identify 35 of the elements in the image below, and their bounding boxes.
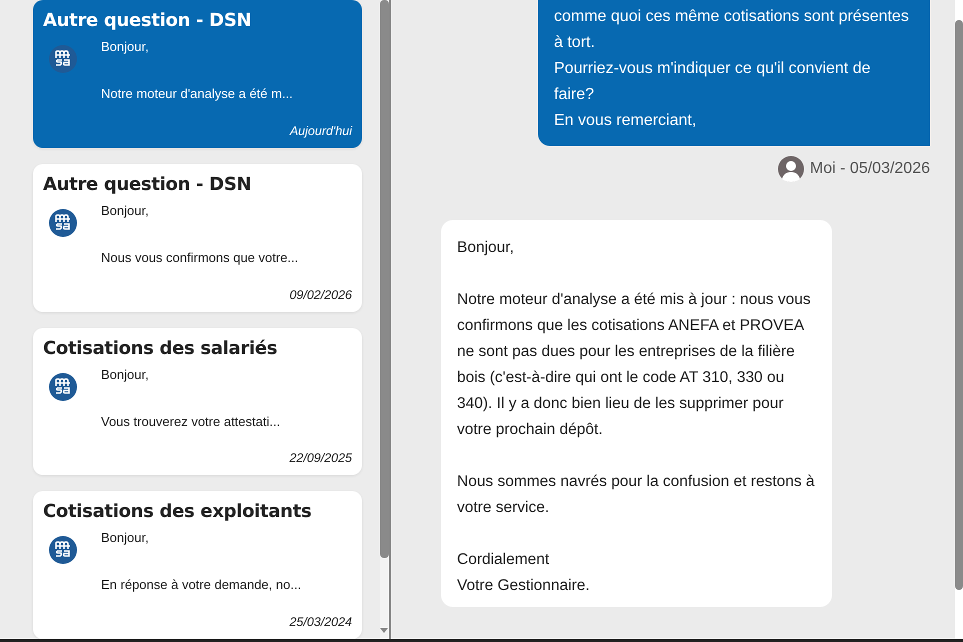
conversation-preview: En réponse à votre demande, no... (101, 577, 302, 592)
conversation-date: 25/03/2024 (289, 615, 352, 629)
message-text: Notre moteur d'analyse a été mis à jour : nous vous confirmons que les cotisations ANEFA et PROVEA ne sont pas dues pour les entreprises de la filière bois (c'est-à-dire qui ont le code AT 310, 330 ou 340). Il y a donc bien lieu de les supprimer pour votre prochain dépôt. (457, 290, 812, 440)
conversation-greeting: Bonjour, (101, 202, 150, 218)
conversation-date: 22/09/2025 (289, 451, 352, 466)
logo-icon (49, 372, 77, 400)
conversation-preview: Vous trouverez votre attestati... (101, 414, 280, 428)
logo-icon (49, 45, 77, 73)
conversation-greeting: Bonjour, (101, 530, 150, 546)
conversation-card[interactable]: Autre question - DSN Bonjour, Nous vous confirmons que votre... 09/02/2026 (33, 164, 362, 312)
avatar-icon (778, 156, 804, 182)
conversation-date: Aujourd'hui (290, 124, 352, 138)
message-text: Cordialement Votre Gestionnaire. (457, 550, 591, 596)
conversation-card[interactable]: Cotisations des salariés Bonjour, Vous trouverez votre attestati... 22/09/2025 (33, 328, 362, 476)
logo-icon (49, 536, 77, 564)
conversation-card[interactable]: Autre question - DSN Bonjour, Notre moteur d'analyse a été m... Aujourd'hui (33, 0, 362, 148)
message-text: Pourriez-vous m'indiquer ce qu'il convient de faire? (554, 59, 872, 105)
conversation-greeting: Bonjour, (101, 366, 150, 382)
conversation-greeting: Bonjour, (101, 39, 150, 54)
scrollbar[interactable] (955, 0, 963, 639)
message-text: Nous sommes navrés pour la confusion et restons à votre service. (457, 472, 816, 518)
conversation-date: 09/02/2026 (289, 288, 352, 302)
message-text: Bonjour, (457, 238, 515, 258)
conversation-title: Autre question - DSN (43, 10, 252, 31)
conversation-title: Cotisations des salariés (43, 338, 278, 358)
conversation-preview: Nous vous confirmons que votre... (101, 250, 298, 265)
conversation-title: Autre question - DSN (43, 174, 252, 195)
message-sender-date: Moi - 05/03/2026 (810, 160, 930, 178)
conversation-preview: Notre moteur d'analyse a été m... (101, 86, 293, 101)
message-text: En vous remerciant, (554, 111, 698, 131)
conversation-title: Cotisations des exploitants (43, 501, 312, 522)
conversation-card[interactable]: Cotisations des exploitants Bonjour, En réponse à votre demande, no... 25/03/2024 (33, 491, 362, 639)
logo-icon (49, 208, 77, 237)
message-text: comme quoi ces même cotisations sont présentes à tort. (554, 7, 910, 53)
scrollbar[interactable] (380, 0, 389, 639)
